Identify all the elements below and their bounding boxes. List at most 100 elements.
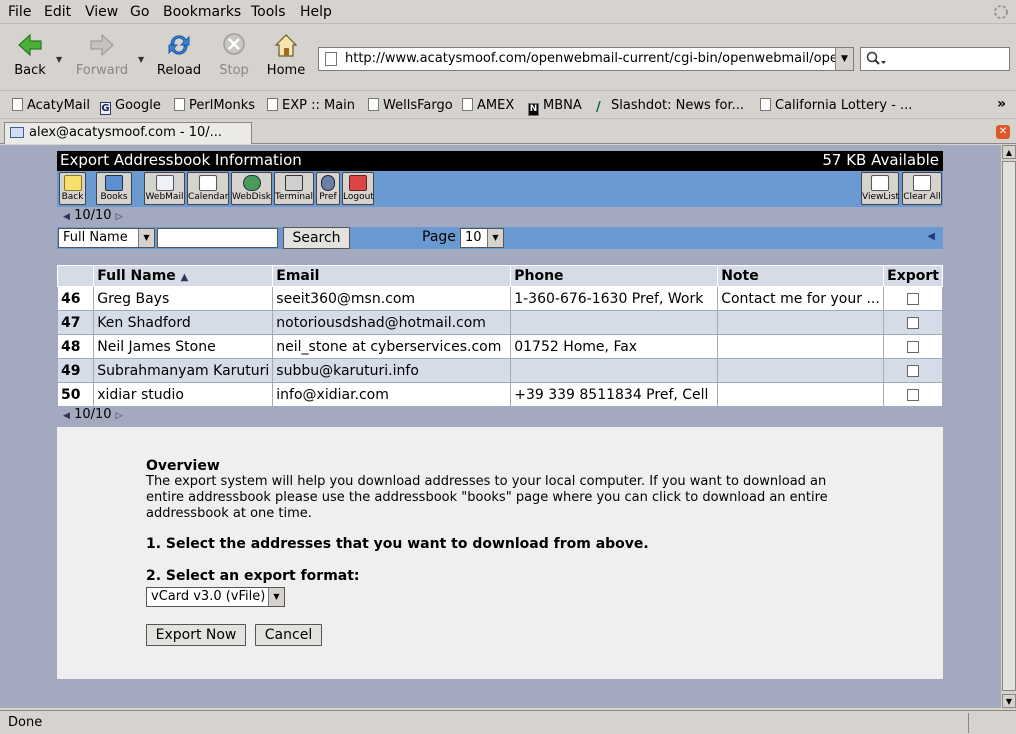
- books-icon: [105, 175, 123, 191]
- status-bar: Done: [0, 710, 1016, 734]
- table-row: 47 Ken Shadford notoriousdshad@hotmail.c…: [56, 310, 943, 335]
- overview-text: The export system will help you download…: [146, 474, 828, 521]
- menu-bookmarks[interactable]: Bookmarks: [163, 4, 241, 20]
- webmail-toolbar: Back Books WebMail Calendar WebDisk Term…: [57, 171, 943, 207]
- address-table: Full Name ▲ Email Phone Note Export 46 G…: [56, 265, 943, 407]
- menu-file[interactable]: File: [8, 4, 31, 20]
- toolbar-viewlist-button[interactable]: ViewList: [861, 172, 899, 205]
- page-select[interactable]: 10 ▼: [460, 228, 504, 248]
- toolbar-clearall-button[interactable]: Clear All: [902, 172, 942, 205]
- prev-page-icon[interactable]: ◀: [63, 212, 70, 222]
- table-row: 50 xidiar studio info@xidiar.com +39 339…: [56, 382, 943, 407]
- search-bar: Full Name ▼ Search Page 10 ▼ ◀: [57, 227, 943, 249]
- mail-tab-icon: [10, 127, 24, 138]
- toolbar-pref-button[interactable]: Pref: [316, 172, 340, 205]
- forward-label: Forward: [75, 63, 129, 78]
- chevron-down-icon: ▼: [138, 229, 154, 247]
- export-checkbox[interactable]: [907, 316, 920, 329]
- search-field-select[interactable]: Full Name ▼: [58, 228, 155, 248]
- chevron-down-icon: ▼: [268, 588, 284, 606]
- forward-button[interactable]: Forward: [74, 31, 130, 85]
- stop-icon: [223, 33, 245, 55]
- export-now-button[interactable]: Export Now: [146, 624, 246, 646]
- reload-button[interactable]: Reload: [151, 31, 207, 85]
- col-note[interactable]: Note: [717, 265, 885, 287]
- url-field[interactable]: http://www.acatysmoof.com/openwebmail-cu…: [318, 47, 854, 71]
- toolbar-webmail-button[interactable]: WebMail: [144, 172, 185, 205]
- bookmark-california-lottery[interactable]: California Lottery - ...: [760, 98, 912, 113]
- bookmark-acatymail[interactable]: AcatyMail: [12, 98, 90, 113]
- col-phone[interactable]: Phone: [510, 265, 719, 287]
- bookmark-perlmonks[interactable]: PerlMonks: [174, 98, 255, 113]
- menu-edit[interactable]: Edit: [44, 4, 71, 20]
- toolbar-back-button[interactable]: Back: [59, 172, 86, 205]
- toolbar-terminal-button[interactable]: Terminal: [274, 172, 314, 205]
- back-dropdown-icon[interactable]: ▼: [56, 55, 62, 64]
- scroll-down-icon[interactable]: ▼: [1002, 694, 1016, 708]
- scroll-up-icon[interactable]: ▲: [1002, 145, 1016, 159]
- cancel-button[interactable]: Cancel: [255, 624, 322, 646]
- stop-button[interactable]: Stop: [206, 31, 262, 85]
- table-row: 48 Neil James Stone neil_stone at cybers…: [56, 334, 943, 359]
- logout-icon: [349, 175, 367, 191]
- tab-bar: alex@acatysmoof.com - 10/... ✕: [0, 120, 1016, 144]
- bookmark-mbna[interactable]: N MBNA: [528, 98, 582, 116]
- stop-label: Stop: [219, 63, 249, 78]
- next-page-icon[interactable]: ▷: [116, 212, 123, 222]
- export-format-select[interactable]: vCard v3.0 (vFile) ▼: [146, 587, 285, 607]
- overview-heading: Overview: [146, 458, 220, 474]
- terminal-icon: [285, 175, 303, 191]
- web-search-input[interactable]: [860, 47, 1010, 71]
- bookmarks-toolbar: AcatyMail G Google PerlMonks EXP :: Main …: [0, 92, 1016, 119]
- url-dropdown-icon[interactable]: ▼: [835, 48, 853, 70]
- toolbar-webdisk-button[interactable]: WebDisk: [231, 172, 272, 205]
- status-text: Done: [8, 715, 43, 730]
- col-fullname[interactable]: Full Name ▲: [93, 265, 274, 287]
- export-checkbox[interactable]: [907, 292, 920, 305]
- collapse-arrow-icon[interactable]: ◀: [927, 231, 935, 242]
- page-label: Page: [422, 229, 456, 245]
- mbna-icon: N: [528, 103, 539, 116]
- bookmark-amex[interactable]: AMEX: [462, 98, 514, 113]
- next-page-icon[interactable]: ▷: [116, 411, 123, 421]
- bookmarks-overflow-icon[interactable]: »: [997, 96, 1006, 112]
- home-button[interactable]: Home: [258, 31, 314, 85]
- toolbar-calendar-button[interactable]: Calendar: [187, 172, 229, 205]
- table-row: 46 Greg Bays seeit360@msn.com 1-360-676-…: [56, 286, 943, 311]
- menu-tools[interactable]: Tools: [251, 4, 286, 20]
- menu-go[interactable]: Go: [130, 4, 149, 20]
- bookmark-exp-main[interactable]: EXP :: Main: [267, 98, 355, 113]
- menu-view[interactable]: View: [85, 4, 118, 20]
- bookmark-page-icon: [267, 98, 278, 111]
- magnifier-icon: [866, 51, 886, 65]
- col-email[interactable]: Email: [272, 265, 512, 287]
- close-tab-icon[interactable]: ✕: [996, 125, 1010, 139]
- bookmark-page-icon: [12, 98, 23, 111]
- menu-help[interactable]: Help: [300, 4, 332, 20]
- pager-bottom: ◀ 10/10 ▷: [63, 407, 123, 422]
- bookmark-wellsfargo[interactable]: WellsFargo: [368, 98, 453, 113]
- bookmark-page-icon: [760, 98, 771, 111]
- pager-text: 10/10: [74, 407, 112, 422]
- search-input[interactable]: [157, 228, 278, 248]
- export-checkbox[interactable]: [907, 340, 920, 353]
- scroll-thumb[interactable]: [1002, 161, 1016, 691]
- reload-label: Reload: [156, 63, 202, 78]
- google-icon: G: [100, 102, 111, 115]
- forward-dropdown-icon[interactable]: ▼: [138, 55, 144, 64]
- prev-page-icon[interactable]: ◀: [63, 411, 70, 421]
- tab-webmail[interactable]: alex@acatysmoof.com - 10/...: [4, 122, 252, 144]
- vertical-scrollbar[interactable]: ▲ ▼: [1000, 145, 1016, 708]
- status-divider: [968, 713, 969, 733]
- home-icon: [274, 34, 298, 57]
- export-checkbox[interactable]: [907, 388, 920, 401]
- toolbar-logout-button[interactable]: Logout: [342, 172, 374, 205]
- back-button[interactable]: Back: [2, 31, 58, 85]
- bookmark-slashdot[interactable]: / Slashdot: News for...: [596, 98, 744, 115]
- page-content: Export Addressbook Information 57 KB Ava…: [0, 145, 1000, 708]
- reload-icon: [168, 35, 190, 55]
- bookmark-google[interactable]: G Google: [100, 98, 161, 115]
- toolbar-books-button[interactable]: Books: [96, 172, 132, 205]
- search-button[interactable]: Search: [283, 227, 350, 249]
- export-checkbox[interactable]: [907, 364, 920, 377]
